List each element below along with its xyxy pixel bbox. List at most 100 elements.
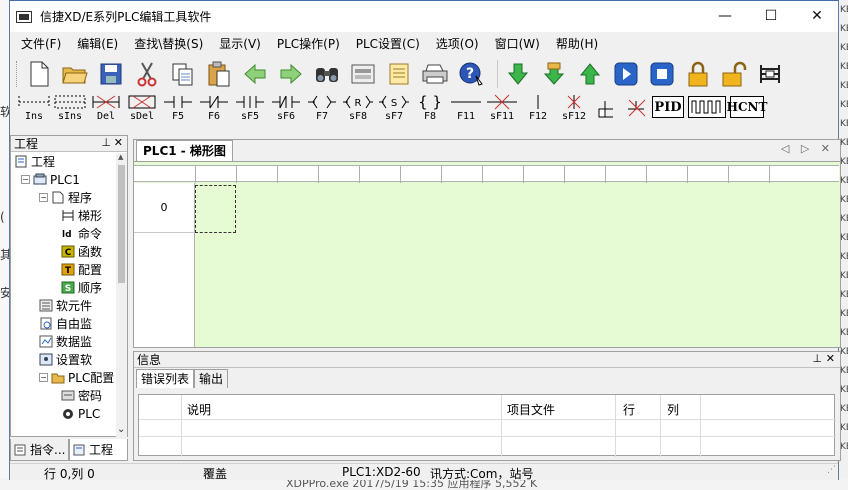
project-tree-scrollbar[interactable]: ▲ ⌄ — [116, 153, 127, 437]
tree-node[interactable]: 软元件 — [39, 297, 92, 314]
column-divider — [523, 166, 524, 183]
tab-ladder-diagram[interactable]: PLC1 - 梯形图 — [136, 140, 233, 161]
column-project-file[interactable]: 项目文件 — [507, 401, 555, 418]
print-icon[interactable] — [420, 59, 450, 89]
cut-icon[interactable] — [132, 59, 162, 89]
menu-item-2[interactable]: 查找\替换(S) — [127, 32, 210, 57]
scrollbar-thumb[interactable] — [118, 165, 125, 283]
ladder-button-f12[interactable]: F12 — [520, 93, 556, 125]
menu-item-6[interactable]: 选项(O) — [429, 32, 486, 57]
menu-item-4[interactable]: PLC操作(P) — [270, 32, 347, 57]
tree-node[interactable]: 梯形 — [61, 207, 102, 224]
tree-node[interactable]: − PLC1 — [21, 171, 80, 188]
tab-output[interactable]: 输出 — [194, 369, 229, 388]
maximize-button[interactable]: ☐ — [748, 1, 794, 31]
tree-node[interactable]: 自由监 — [39, 315, 92, 332]
pin-icon[interactable]: ⊥ — [812, 352, 822, 365]
run-icon[interactable] — [611, 59, 641, 89]
ladder-button-sf6[interactable]: sF6 — [268, 93, 304, 125]
tab-error-list[interactable]: 错误列表 — [136, 369, 195, 388]
upload-icon[interactable] — [575, 59, 605, 89]
minimize-button[interactable]: — — [702, 1, 748, 31]
tree-expander[interactable]: − — [21, 175, 30, 184]
step-ladder-icon[interactable] — [592, 93, 620, 123]
ladder-button-ins[interactable]: Ins — [16, 93, 52, 125]
hcnt-button[interactable]: HCNT — [727, 96, 767, 118]
ladder-settings-icon[interactable] — [755, 59, 785, 89]
ladder-button-f5[interactable]: F5 — [160, 93, 196, 125]
column-column[interactable]: 列 — [667, 401, 679, 418]
tree-node[interactable]: 数据监 — [39, 333, 92, 350]
ladder-button-sf11[interactable]: sF11 — [484, 93, 520, 125]
ladder-button-sf7[interactable]: SsF7 — [376, 93, 412, 125]
tree-expander[interactable]: − — [39, 193, 48, 202]
tree-node[interactable]: ld 命令 — [61, 225, 102, 242]
ladder-button-sins[interactable]: sIns — [52, 93, 88, 125]
monitor-icon[interactable] — [348, 59, 378, 89]
ladder-button-sf12[interactable]: sF12 — [556, 93, 592, 125]
ladder-grid[interactable]: 0 — [134, 162, 840, 347]
menu-item-8[interactable]: 帮助(H) — [549, 32, 605, 57]
ladder-button-sf8[interactable]: RsF8 — [340, 93, 376, 125]
find-binoculars-icon[interactable] — [312, 59, 342, 89]
ladder-button-f7[interactable]: F7 — [304, 93, 340, 125]
f6-symbol-icon — [197, 93, 231, 111]
column-divider — [318, 166, 319, 183]
column-divider — [564, 166, 565, 183]
toolbar-grip[interactable] — [16, 61, 19, 87]
title-bar[interactable]: 信捷XD/E系列PLC编辑工具软件 — ☐ ✕ — [10, 1, 838, 32]
menu-item-7[interactable]: 窗口(W) — [488, 32, 547, 57]
unlock-icon[interactable] — [719, 59, 749, 89]
upload-to-plc-icon[interactable] — [539, 59, 569, 89]
panel-close-icon[interactable]: ✕ — [826, 352, 835, 365]
save-icon[interactable] — [96, 59, 126, 89]
document-tab-controls[interactable]: ◁ ▷ ✕ — [781, 142, 834, 155]
tree-node[interactable]: S 顺序 — [61, 279, 102, 296]
column-description[interactable]: 说明 — [187, 401, 211, 418]
panel-close-icon[interactable]: ✕ — [114, 136, 123, 149]
tree-node[interactable]: PLC — [61, 405, 100, 422]
tree-expander[interactable]: − — [39, 373, 48, 382]
ladder-button-del[interactable]: Del — [88, 93, 124, 125]
arrow-left-icon[interactable] — [240, 59, 270, 89]
notes-icon[interactable] — [384, 59, 414, 89]
paste-icon[interactable] — [204, 59, 234, 89]
tree-node-label: PLC1 — [50, 172, 80, 187]
pulse-wave-icon[interactable] — [688, 96, 726, 118]
help-icon[interactable]: ? — [456, 59, 486, 89]
table-divider — [700, 395, 701, 457]
tab-project[interactable]: 工程 — [69, 439, 128, 461]
delete-step-icon[interactable] — [622, 93, 650, 123]
menu-item-1[interactable]: 编辑(E) — [70, 32, 125, 57]
tree-node[interactable]: 工程 — [14, 153, 55, 170]
ladder-cursor[interactable] — [195, 185, 236, 233]
ladder-button-sdel[interactable]: sDel — [124, 93, 160, 125]
tree-node[interactable]: − PLC配置 — [39, 369, 114, 386]
pid-button[interactable]: PID — [652, 96, 684, 118]
pin-icon[interactable]: ⊥ — [101, 136, 111, 149]
ladder-button-sf5[interactable]: sF5 — [232, 93, 268, 125]
download-icon[interactable] — [503, 59, 533, 89]
tree-node[interactable]: T 配置 — [61, 261, 102, 278]
menu-item-5[interactable]: PLC设置(C) — [349, 32, 427, 57]
lock-icon[interactable] — [683, 59, 713, 89]
resize-grip[interactable]: ⋰ — [827, 465, 836, 479]
close-button[interactable]: ✕ — [794, 1, 840, 31]
ladder-button-f11[interactable]: F11 — [448, 93, 484, 125]
tree-node[interactable]: − 程序 — [39, 189, 92, 206]
menu-item-0[interactable]: 文件(F) — [14, 32, 68, 57]
tree-node[interactable]: 设置软 — [39, 351, 92, 368]
open-folder-icon[interactable] — [60, 59, 90, 89]
tab-instructions[interactable]: 指令... — [10, 439, 69, 461]
stop-icon[interactable] — [647, 59, 677, 89]
new-file-icon[interactable] — [24, 59, 54, 89]
tree-node[interactable]: C 函数 — [61, 243, 102, 260]
copy-icon[interactable] — [168, 59, 198, 89]
column-row[interactable]: 行 — [623, 401, 635, 418]
ladder-button-f8[interactable]: { } F8 — [412, 93, 448, 125]
menu-item-3[interactable]: 显示(V) — [212, 32, 268, 57]
tree-node[interactable]: 密码 — [61, 387, 102, 404]
arrow-right-icon[interactable] — [276, 59, 306, 89]
svg-text:R: R — [355, 98, 362, 109]
ladder-button-f6[interactable]: F6 — [196, 93, 232, 125]
